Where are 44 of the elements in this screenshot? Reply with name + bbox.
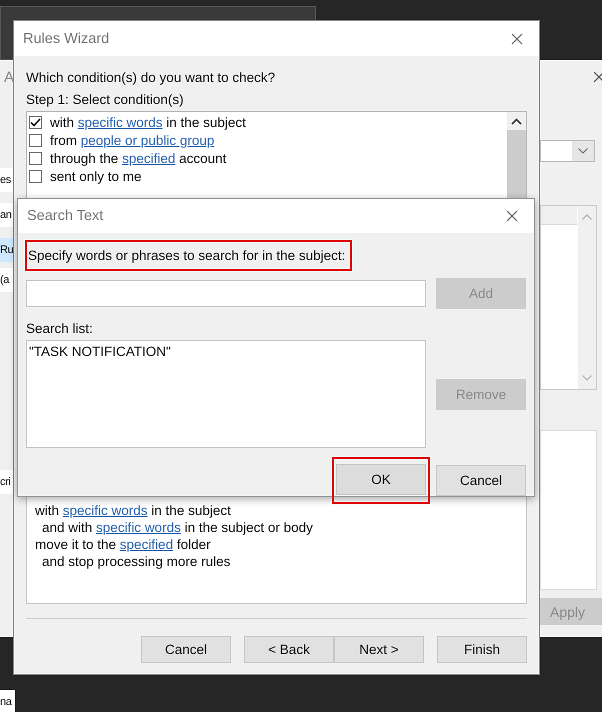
close-icon[interactable]: [506, 210, 518, 222]
list-item[interactable]: (a: [0, 268, 13, 292]
question-text: Which condition(s) do you want to check?: [26, 70, 276, 85]
chevron-up-icon: [511, 118, 522, 125]
window-title: A: [4, 69, 14, 86]
description-line: and with specific words in the subject or body: [41, 519, 313, 536]
step-label: Step 1: Select condition(s): [26, 92, 184, 107]
condition-label: through the specified account: [50, 150, 226, 166]
search-list-label: Search list:: [26, 321, 93, 336]
checkbox[interactable]: [29, 134, 42, 146]
input-field[interactable]: [26, 280, 426, 307]
link[interactable]: people or public group: [80, 132, 214, 148]
condition-label: sent only to me: [50, 168, 142, 184]
description-line: with specific words in the subject: [35, 502, 231, 519]
cancel-button[interactable]: Cancel: [436, 465, 526, 496]
checkbox[interactable]: [29, 116, 42, 128]
condition-label: with specific words in the subject: [50, 114, 246, 130]
description-line: move it to the specified folder: [35, 536, 211, 553]
wizard-button[interactable]: < Back: [244, 636, 334, 663]
instruction-label: Specify words or phrases to search for in the subject:: [25, 240, 352, 271]
link[interactable]: specified: [122, 150, 176, 166]
link[interactable]: specific words: [96, 520, 181, 535]
wizard-button[interactable]: Next >: [334, 636, 424, 663]
wizard-button[interactable]: Cancel: [141, 636, 231, 663]
link[interactable]: specific words: [62, 503, 148, 518]
link[interactable]: specific words: [78, 114, 163, 130]
list-item[interactable]: "TASK NOTIFICATION": [29, 344, 171, 359]
checkbox[interactable]: [29, 170, 42, 182]
close-icon[interactable]: [511, 32, 523, 44]
description-line: and stop processing more rules: [41, 553, 230, 570]
condition-label: from people or public group: [50, 132, 214, 148]
ok-button[interactable]: OK: [336, 464, 426, 495]
dropdown-field[interactable]: [540, 140, 595, 162]
chevron-up-icon: [582, 214, 592, 220]
checkbox[interactable]: [29, 152, 42, 164]
list-item[interactable]: na: [0, 690, 16, 712]
window-title: Rules Wizard: [23, 30, 110, 46]
close-icon[interactable]: [594, 71, 602, 83]
list-item[interactable]: cri: [0, 470, 14, 494]
link[interactable]: specified: [120, 537, 174, 552]
chevron-down-icon: [578, 148, 588, 154]
chevron-down-icon: [582, 375, 592, 381]
wizard-button[interactable]: Finish: [437, 636, 527, 663]
window-title: Search Text: [27, 208, 104, 224]
